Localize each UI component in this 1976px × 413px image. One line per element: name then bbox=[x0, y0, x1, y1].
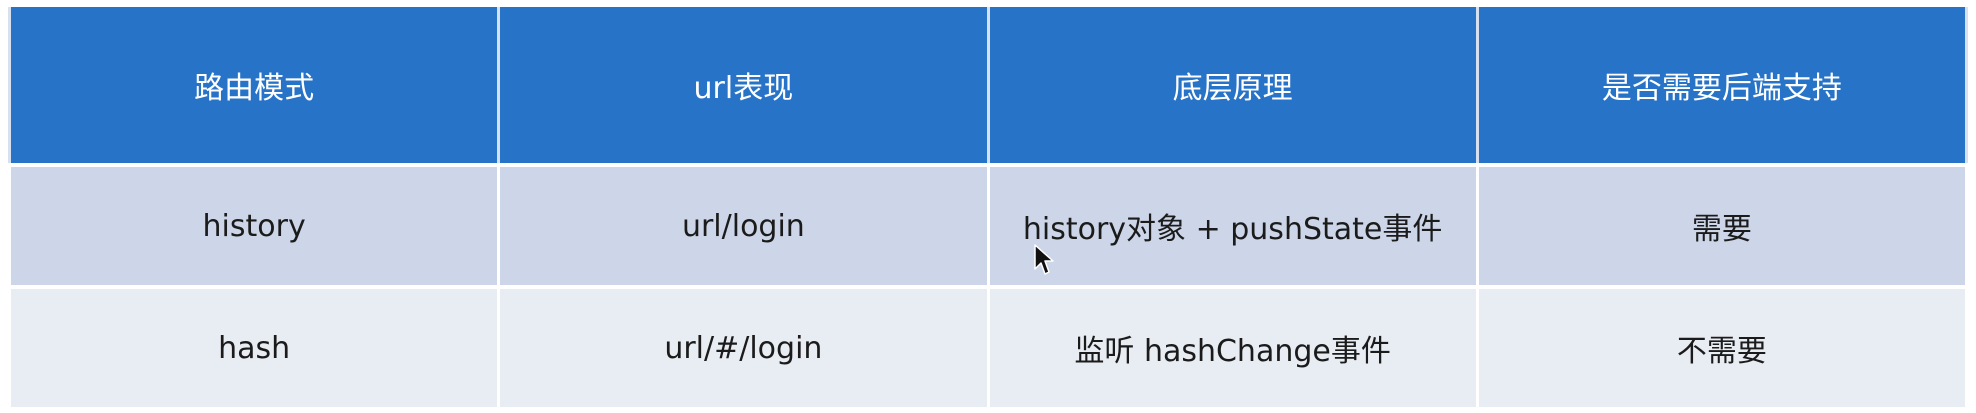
table-cell: url/#/login bbox=[497, 285, 990, 407]
table-row: history url/login history对象 + pushState事… bbox=[7, 165, 1969, 287]
mouse-pointer-icon bbox=[1034, 244, 1054, 275]
header-cell-backend-support: 是否需要后端支持 bbox=[1475, 7, 1969, 165]
table-cell: 需要 bbox=[1475, 165, 1969, 287]
header-cell-routing-mode: 路由模式 bbox=[7, 7, 501, 165]
header-cell-underlying-principle: 底层原理 bbox=[986, 7, 1479, 165]
table-cell: 不需要 bbox=[1475, 285, 1969, 407]
table-cell: history bbox=[7, 165, 501, 287]
table-body: history url/login history对象 + pushState事… bbox=[7, 165, 1969, 407]
routing-mode-table: 路由模式 url表现 底层原理 是否需要后端支持 history url/log… bbox=[7, 7, 1969, 407]
header-cell-url-appearance: url表现 bbox=[497, 7, 990, 165]
table-cell: 监听 hashChange事件 bbox=[986, 285, 1479, 407]
table-header: 路由模式 url表现 底层原理 是否需要后端支持 bbox=[7, 7, 1969, 165]
page-frame: 路由模式 url表现 底层原理 是否需要后端支持 history url/log… bbox=[0, 0, 1976, 413]
table-cell: url/login bbox=[497, 165, 990, 287]
header-row: 路由模式 url表现 底层原理 是否需要后端支持 bbox=[7, 7, 1969, 165]
table-cell: history对象 + pushState事件 bbox=[986, 165, 1479, 287]
table-cell: hash bbox=[7, 285, 501, 407]
table-row: hash url/#/login 监听 hashChange事件 不需要 bbox=[7, 285, 1969, 407]
